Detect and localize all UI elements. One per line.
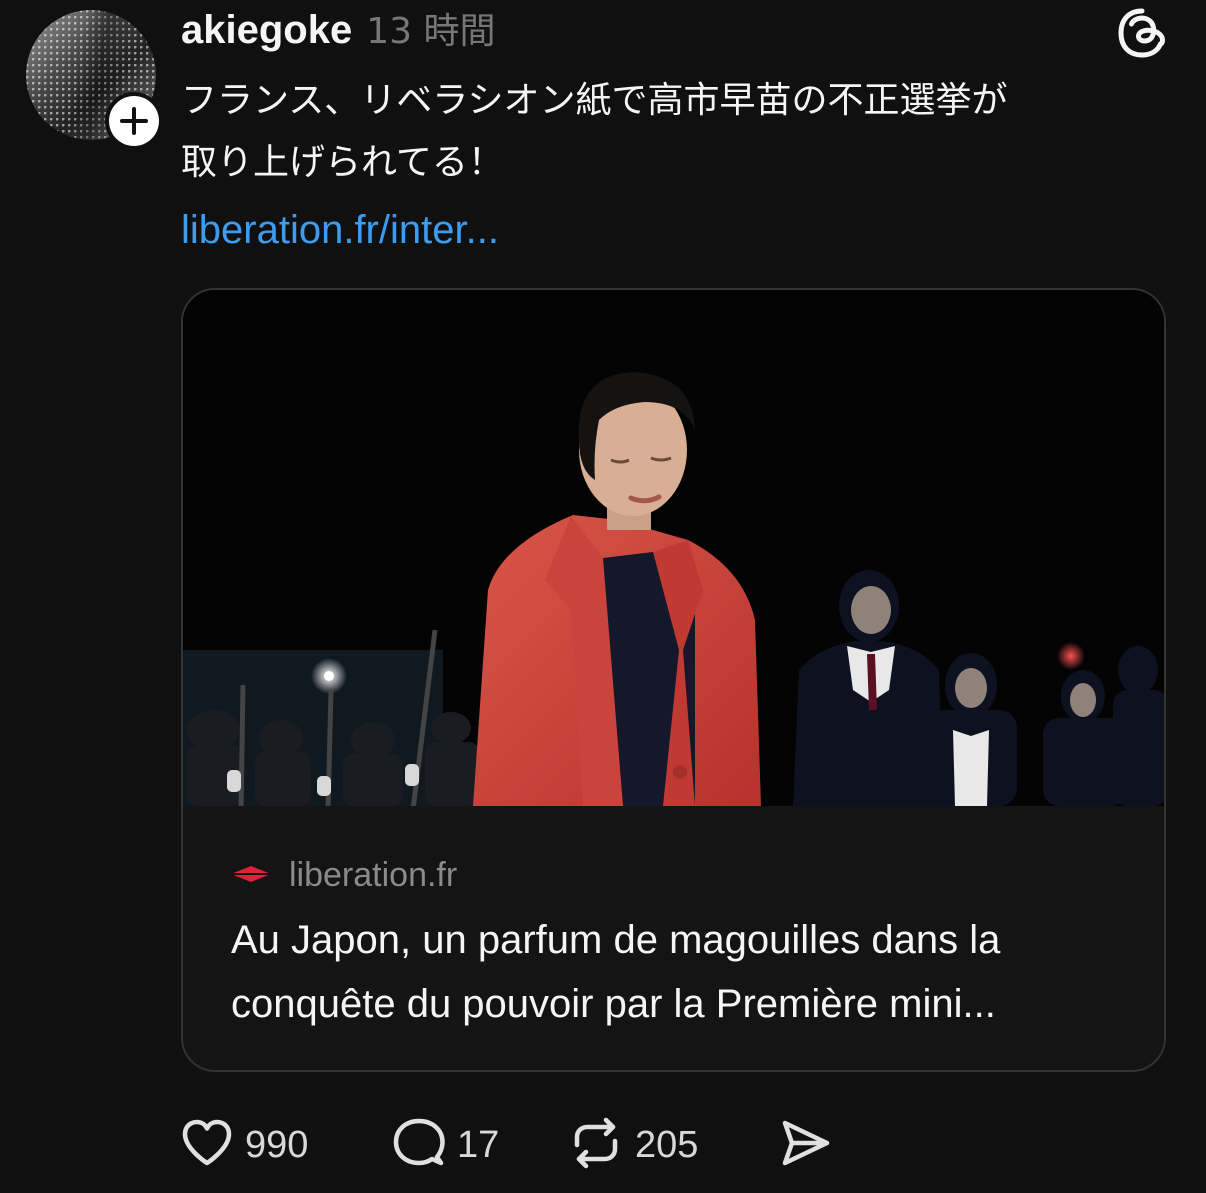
like-count: 990 bbox=[245, 1123, 309, 1166]
like-button[interactable]: 990 bbox=[181, 1118, 393, 1172]
post-text: フランス、リベラシオン紙で高市早苗の不正選挙が 取り上げられてる！ bbox=[181, 70, 1181, 194]
liberation-logo-icon bbox=[231, 864, 271, 888]
follow-plus-icon bbox=[109, 96, 159, 146]
post-link[interactable]: liberation.fr/inter... bbox=[181, 200, 499, 260]
article-photo bbox=[183, 290, 1164, 806]
repost-button[interactable]: 205 bbox=[569, 1117, 779, 1173]
share-button[interactable] bbox=[779, 1117, 831, 1173]
post-timestamp: 13 時間 bbox=[366, 11, 496, 52]
reply-icon bbox=[393, 1117, 445, 1173]
card-site: liberation.fr bbox=[289, 856, 458, 894]
post-text-line: フランス、リベラシオン紙で高市早苗の不正選挙が bbox=[181, 80, 1008, 121]
link-preview-card[interactable]: liberation.fr Au Japon, un parfum de mag… bbox=[181, 288, 1166, 1072]
reply-count: 17 bbox=[457, 1123, 500, 1166]
card-title: Au Japon, un parfum de magouilles dans l… bbox=[231, 908, 1131, 1036]
card-source: liberation.fr bbox=[231, 856, 457, 895]
repost-icon bbox=[569, 1117, 623, 1173]
threads-logo-icon[interactable] bbox=[1115, 6, 1169, 60]
repost-count: 205 bbox=[635, 1123, 699, 1166]
follow-button[interactable] bbox=[105, 92, 163, 150]
action-bar: 990 17 205 bbox=[181, 1112, 831, 1178]
post-text-line: 取り上げられてる！ bbox=[181, 142, 504, 183]
heart-icon bbox=[181, 1118, 233, 1172]
post-header: akiegoke 13 時間 bbox=[181, 2, 495, 54]
reply-button[interactable]: 17 bbox=[393, 1117, 569, 1173]
username[interactable]: akiegoke bbox=[181, 8, 352, 53]
card-title-line: Au Japon, un parfum de magouilles dans l… bbox=[231, 918, 1001, 962]
share-icon bbox=[779, 1117, 831, 1173]
card-title-line: conquête du pouvoir par la Première mini… bbox=[231, 982, 996, 1026]
